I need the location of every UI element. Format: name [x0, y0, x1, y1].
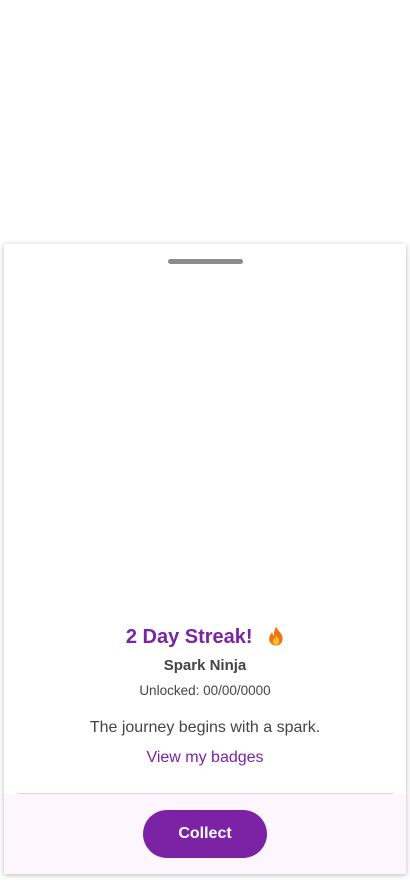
collect-button[interactable]: Collect [143, 810, 267, 858]
streak-title-row: 2 Day Streak! [4, 624, 406, 653]
unlocked-date: Unlocked: 00/00/0000 [139, 683, 271, 698]
sheet-footer: Collect [4, 794, 406, 874]
badge-name: Spark Ninja [163, 657, 247, 674]
streak-message: The journey begins with a spark. [89, 719, 321, 736]
flame-icon [268, 626, 284, 653]
view-badges-link[interactable]: View my badges [4, 747, 406, 769]
drag-handle[interactable] [168, 259, 243, 264]
streak-title: 2 Day Streak! [125, 626, 253, 648]
footer-divider [17, 793, 393, 794]
bottom-sheet: 2 Day Streak! Spark Ninja Unlocked: 00/0… [4, 244, 406, 874]
